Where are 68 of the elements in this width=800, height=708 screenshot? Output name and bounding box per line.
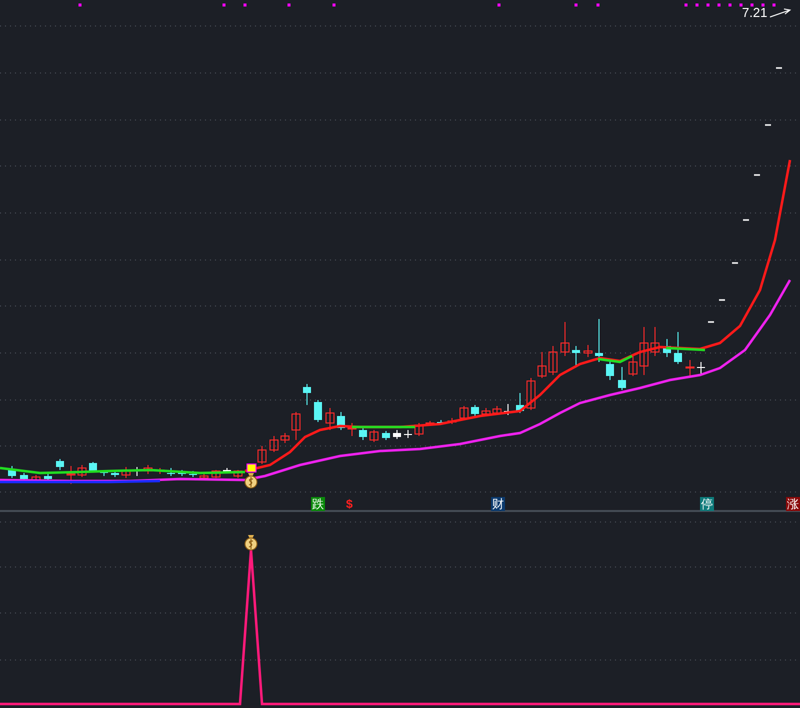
candlestick (628, 354, 638, 376)
candlestick (482, 408, 490, 416)
candlestick (382, 430, 390, 440)
candlestick (100, 470, 108, 476)
candlestick (572, 346, 580, 366)
candlestick (223, 468, 231, 474)
candlestick (686, 360, 694, 378)
candlestick (640, 326, 648, 376)
candlestick (618, 366, 626, 390)
candlestick (189, 470, 197, 478)
candlestick (314, 400, 322, 422)
signal-marker-icon (246, 464, 256, 472)
candlestick (8, 466, 16, 478)
candlestick (167, 468, 175, 476)
candlestick (56, 458, 64, 470)
candlestick (526, 378, 536, 410)
candlestick (200, 474, 208, 480)
price-label: 7.21 (742, 5, 768, 21)
candlestick (663, 338, 671, 358)
candlestick (516, 392, 524, 414)
candlestick (548, 346, 558, 376)
candlestick (359, 428, 367, 440)
candlestick (674, 332, 682, 364)
candlestick (560, 322, 570, 356)
candlestick (404, 430, 412, 438)
candlestick (492, 406, 502, 416)
candlestick (393, 430, 401, 440)
candlestick (234, 470, 242, 478)
candlestick (122, 466, 130, 478)
candlestick (584, 344, 592, 358)
candlestick (20, 472, 28, 482)
candlestick (606, 360, 614, 380)
signal-tag: 涨 (786, 497, 800, 511)
candlestick (448, 418, 456, 424)
candlestick (471, 404, 479, 416)
candlestick (89, 462, 97, 472)
money-bag-icon (244, 535, 258, 550)
candlestick (32, 474, 40, 482)
price-pointer-icon (770, 8, 792, 18)
candlestick (258, 446, 266, 464)
signal-tag: 跌 (311, 497, 325, 511)
candlestick (111, 472, 119, 478)
signal-tag: 财 (491, 497, 505, 511)
candlestick (292, 412, 300, 440)
candlestick (270, 436, 278, 452)
candlestick (370, 430, 378, 442)
candlestick (426, 420, 434, 426)
candlestick (414, 422, 424, 436)
candlestick (697, 362, 705, 376)
signal-tag: 停 (700, 497, 714, 511)
candlestick (348, 422, 356, 436)
candlestick (212, 470, 220, 478)
candlestick (337, 412, 345, 430)
candlestick (78, 464, 86, 478)
candlestick (437, 420, 445, 426)
candlestick (460, 406, 468, 420)
candlestick (144, 464, 152, 474)
candlestick (303, 384, 311, 406)
candlestick (595, 318, 603, 362)
candlestick (538, 352, 546, 378)
candlestick (326, 408, 334, 430)
candlestick (66, 466, 76, 484)
candlestick (650, 326, 660, 356)
money-bag-icon (244, 473, 258, 488)
candlestick (280, 432, 290, 444)
dollar-signal: $ (346, 497, 353, 511)
candlestick (178, 470, 186, 476)
candlestick (44, 472, 52, 482)
